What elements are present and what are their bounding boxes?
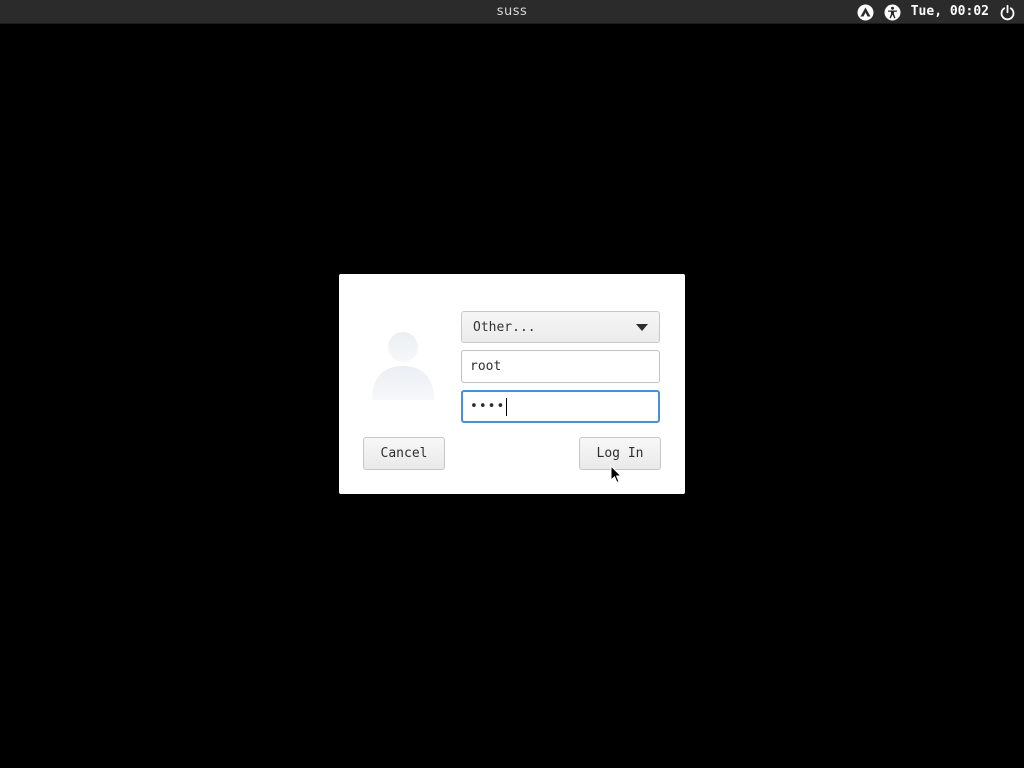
mouse-pointer-icon <box>610 464 623 484</box>
text-caret <box>506 397 508 416</box>
network-icon[interactable] <box>857 4 874 21</box>
system-tray: Tue, 00:02 <box>857 0 1016 24</box>
username-field[interactable] <box>461 350 660 383</box>
password-field[interactable]: •••• <box>461 390 660 423</box>
chevron-down-icon <box>636 324 648 331</box>
clock[interactable]: Tue, 00:02 <box>911 0 989 24</box>
user-select-dropdown[interactable]: Other... <box>461 311 660 343</box>
power-icon[interactable] <box>999 4 1016 21</box>
accessibility-icon[interactable] <box>884 4 901 21</box>
password-mask: •••• <box>470 399 506 414</box>
user-avatar-icon <box>369 326 437 402</box>
cancel-button[interactable]: Cancel <box>363 437 445 470</box>
user-select-label: Other... <box>473 320 536 335</box>
login-dialog: Other... •••• Cancel Log In <box>339 274 685 494</box>
top-bar: suss Tue, 00:02 <box>0 0 1024 24</box>
